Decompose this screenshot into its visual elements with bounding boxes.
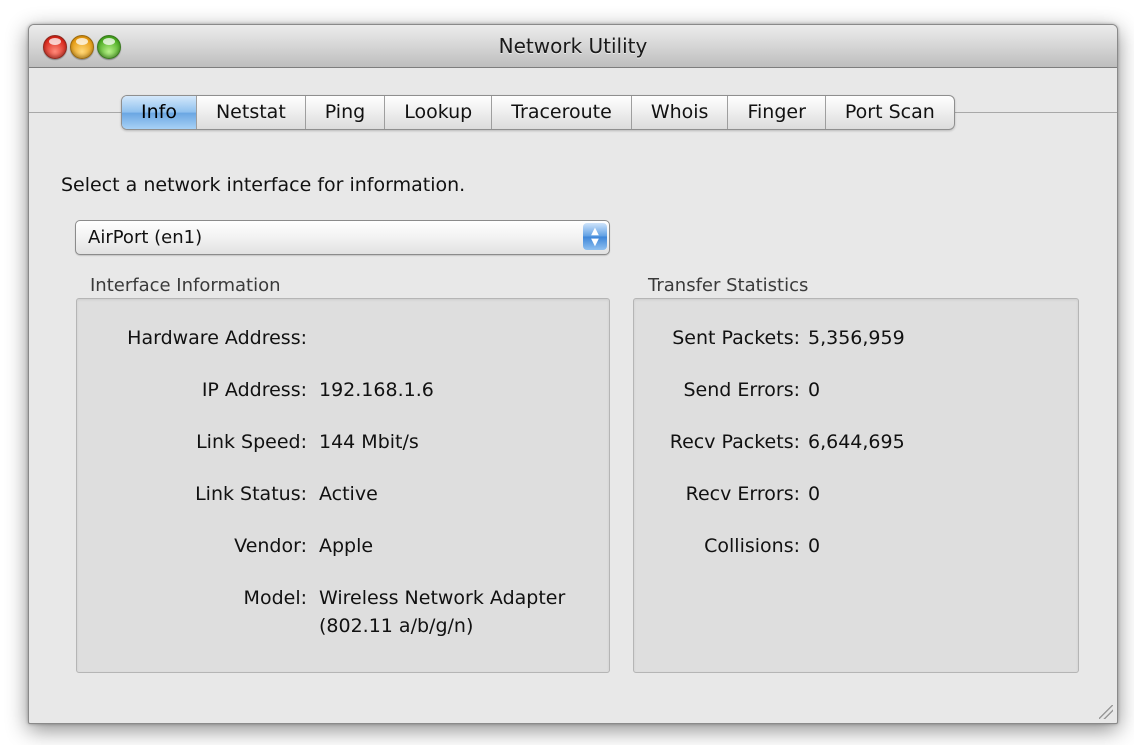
transfer-stats-box: Sent Packets: 5,356,959 Send Errors: 0 R… (633, 298, 1079, 673)
hardware-address-label: Hardware Address: (127, 327, 307, 349)
tab-traceroute[interactable]: Traceroute (491, 96, 631, 129)
recv-packets-label: Recv Packets: (669, 431, 800, 453)
vendor-label: Vendor: (234, 535, 307, 557)
tab-netstat[interactable]: Netstat (195, 96, 305, 129)
link-speed-label: Link Speed: (196, 431, 307, 453)
model-value-line2: (802.11 a/b/g/n) (319, 615, 474, 637)
interface-select[interactable]: AirPort (en1) ▲ ▼ (75, 220, 610, 255)
window-title: Network Utility (498, 34, 648, 58)
recv-errors-label: Recv Errors: (685, 483, 800, 505)
network-utility-window: Network Utility Info Netstat Ping Lookup… (28, 24, 1118, 724)
tab-port-scan[interactable]: Port Scan (824, 96, 954, 129)
tab-lookup[interactable]: Lookup (384, 96, 491, 129)
vendor-value: Apple (319, 535, 374, 557)
sent-packets-label: Sent Packets: (672, 327, 800, 349)
model-label: Model: (243, 587, 307, 609)
ip-address-label: IP Address: (201, 379, 307, 401)
transfer-stats-title: Transfer Statistics (648, 275, 809, 296)
interface-select-value: AirPort (en1) (88, 227, 203, 248)
collisions-label: Collisions: (704, 535, 800, 557)
link-status-value: Active (319, 483, 378, 505)
recv-errors-value: 0 (808, 483, 821, 505)
recv-packets-value: 6,644,695 (808, 431, 905, 453)
interface-info-box: Hardware Address: IP Address: 192.168.1.… (76, 298, 610, 673)
collisions-value: 0 (808, 535, 821, 557)
link-speed-value: 144 Mbit/s (319, 431, 419, 453)
updown-arrows-icon: ▲ ▼ (583, 223, 607, 250)
tab-whois[interactable]: Whois (630, 96, 728, 129)
tab-bar: Info Netstat Ping Lookup Traceroute Whoi… (121, 95, 955, 130)
interface-info-title: Interface Information (90, 275, 281, 296)
link-status-label: Link Status: (195, 483, 307, 505)
resize-grip-icon[interactable] (1099, 705, 1113, 719)
send-errors-value: 0 (808, 379, 821, 401)
tab-info[interactable]: Info (122, 96, 196, 129)
send-errors-label: Send Errors: (683, 379, 800, 401)
tab-finger[interactable]: Finger (727, 96, 824, 129)
ip-address-value: 192.168.1.6 (319, 379, 434, 401)
model-value-line1: Wireless Network Adapter (319, 587, 566, 609)
tab-ping[interactable]: Ping (304, 96, 384, 129)
title-bar[interactable]: Network Utility (29, 25, 1117, 68)
interface-prompt: Select a network interface for informati… (61, 174, 466, 196)
sent-packets-value: 5,356,959 (808, 327, 905, 349)
